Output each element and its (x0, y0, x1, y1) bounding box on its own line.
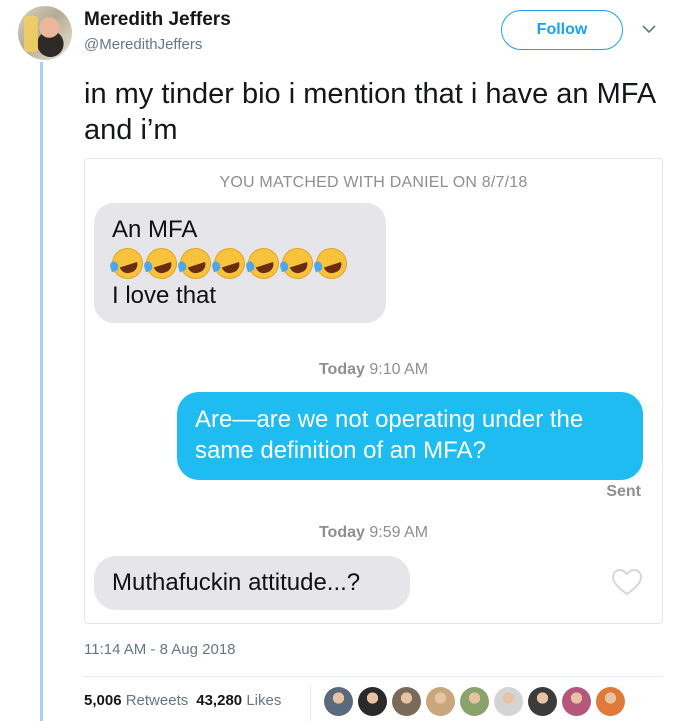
liker-avatars (324, 687, 625, 716)
message-clock: 9:59 AM (369, 524, 429, 541)
tweet-stats: 5,006 Retweets 43,280 Likes (84, 692, 281, 709)
liker-avatar[interactable] (596, 687, 625, 716)
likes-count: 43,280 (196, 692, 243, 709)
liker-avatar[interactable] (392, 687, 421, 716)
received-message-bubble: An MFA I love that (94, 203, 386, 323)
divider (84, 676, 663, 677)
retweets-count: 5,006 (84, 692, 122, 709)
display-name[interactable]: Meredith Jeffers (84, 9, 231, 31)
match-header: YOU MATCHED WITH DANIEL ON 8/7/18 (219, 174, 528, 191)
liker-avatar[interactable] (324, 687, 353, 716)
message-clock: 9:10 AM (369, 361, 429, 378)
likes-label: Likes (246, 692, 282, 709)
message-text: An MFA (112, 216, 198, 243)
liker-avatar[interactable] (358, 687, 387, 716)
laughing-emoji-icon (107, 243, 148, 284)
avatar[interactable] (18, 6, 72, 60)
laughing-emoji-icon (141, 243, 182, 284)
divider (310, 684, 311, 721)
received-message-bubble: Muthafuckin attitude...? (94, 556, 410, 610)
message-day: Today (318, 524, 365, 541)
follow-button[interactable]: Follow (501, 10, 623, 50)
message-text: I love that (112, 282, 217, 309)
tweet-timestamp[interactable]: 11:14 AM - 8 Aug 2018 (84, 641, 236, 658)
chevron-down-icon[interactable] (641, 22, 657, 36)
laughing-emoji-icon (243, 243, 284, 284)
retweets-stat[interactable]: 5,006 Retweets (84, 692, 188, 709)
tweet-media-image[interactable]: YOU MATCHED WITH DANIEL ON 8/7/18 An MFA… (84, 158, 663, 624)
sent-message-bubble: Are—are we not operating under the same … (177, 392, 643, 480)
liker-avatar[interactable] (494, 687, 523, 716)
liker-avatar[interactable] (426, 687, 455, 716)
emoji-row (107, 243, 368, 284)
laughing-emoji-icon (175, 243, 216, 284)
liker-avatar[interactable] (460, 687, 489, 716)
laughing-emoji-icon (209, 243, 250, 284)
laughing-emoji-icon (311, 243, 352, 284)
sent-status: Sent (606, 483, 641, 500)
heart-icon (612, 569, 642, 596)
liker-avatar[interactable] (528, 687, 557, 716)
tweet-text: in my tinder bio i mention that i have a… (84, 78, 655, 146)
thread-line (40, 62, 43, 721)
message-day: Today (318, 361, 365, 378)
user-handle[interactable]: @MeredithJeffers (84, 36, 202, 53)
liker-avatar[interactable] (562, 687, 591, 716)
laughing-emoji-icon (277, 243, 318, 284)
message-time: Today 9:10 AM (85, 361, 662, 379)
likes-stat[interactable]: 43,280 Likes (196, 692, 281, 709)
message-time: Today 9:59 AM (85, 524, 662, 542)
retweets-label: Retweets (125, 692, 189, 709)
